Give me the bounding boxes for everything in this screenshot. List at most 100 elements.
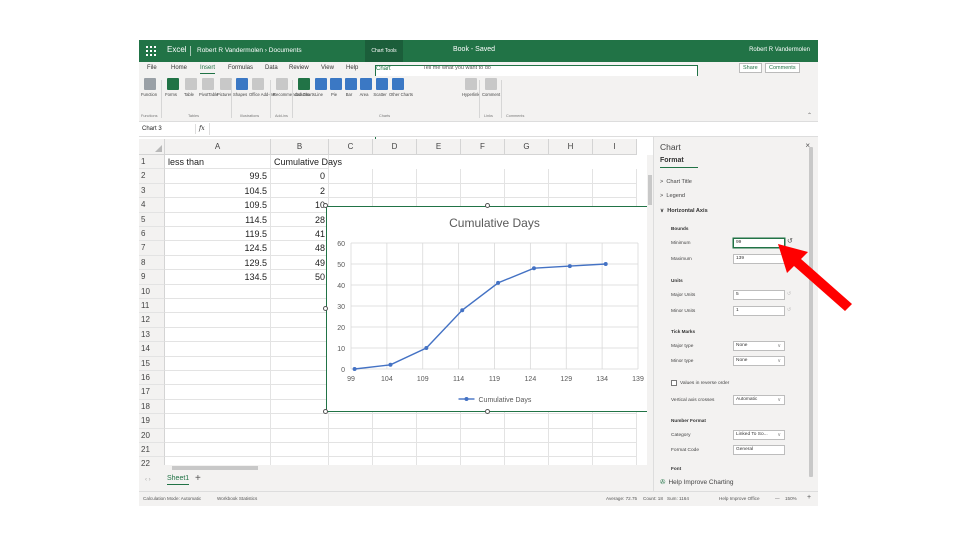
row-header-13[interactable]: 13 [139,327,165,343]
cell-a11[interactable] [165,299,271,314]
cell-d21[interactable] [373,443,417,458]
cell-h2[interactable] [549,169,593,184]
row-header-10[interactable]: 10 [139,284,165,299]
tab-home[interactable]: Home [171,65,187,71]
cell-g3[interactable] [505,183,549,199]
formula-input[interactable] [209,123,809,135]
ribbon-button-comment[interactable]: Comment [482,78,500,97]
cell-e2[interactable] [417,169,461,184]
cell-g21[interactable] [505,443,549,458]
cell-a2[interactable]: 99.5 [165,169,271,184]
column-header-i[interactable]: I [593,139,637,155]
cell-a3[interactable]: 104.5 [165,183,271,199]
ribbon-button-area[interactable]: Area [359,78,373,97]
cell-b19[interactable] [271,414,329,429]
tab-insert[interactable]: Insert [200,65,216,74]
minor-type-dropdown[interactable]: None [733,356,785,366]
row-header-12[interactable]: 12 [139,313,165,328]
row-header-17[interactable]: 17 [139,385,165,400]
cell-e20[interactable] [417,428,461,443]
row-header-8[interactable]: 8 [139,255,165,271]
cell-g2[interactable] [505,169,549,184]
cell-b4[interactable]: 10 [271,198,329,213]
app-launcher-icon[interactable] [146,46,156,56]
section-horizontal-axis[interactable]: ∨ Horizontal Axis [660,208,708,214]
column-header-g[interactable]: G [505,139,549,155]
chart-object[interactable]: Cumulative Days 0 10 20 30 40 50 60 99 104 109 114 1… [326,206,649,412]
cell-c20[interactable] [329,428,373,443]
cell-f20[interactable] [461,428,505,443]
cell-g20[interactable] [505,428,549,443]
cell-b8[interactable]: 49 [271,255,329,271]
ribbon-button-line[interactable]: Line [314,78,328,97]
cell-d19[interactable] [373,414,417,429]
cell-f19[interactable] [461,414,505,429]
row-header-21[interactable]: 21 [139,443,165,458]
cell-i2[interactable] [593,169,637,184]
cell-b6[interactable]: 41 [271,227,329,242]
row-header-4[interactable]: 4 [139,198,165,213]
select-all-corner[interactable] [139,139,165,155]
major-type-dropdown[interactable]: None [733,341,785,351]
document-title[interactable]: Book - Saved [453,46,495,53]
column-header-d[interactable]: D [373,139,417,155]
sheet-nav-arrows-icon[interactable]: ‹ › [145,477,151,483]
tell-me-search[interactable]: Tell me what you want to do [423,65,491,71]
row-header-5[interactable]: 5 [139,212,165,227]
cell-a13[interactable] [165,327,271,343]
row-header-3[interactable]: 3 [139,183,165,199]
cell-a18[interactable] [165,399,271,415]
ribbon-button-other-charts[interactable]: Other Charts [389,78,413,97]
section-chart-title[interactable]: > Chart Title [660,179,692,185]
cell-a16[interactable] [165,371,271,386]
ribbon-button-bar[interactable]: Bar [344,78,358,97]
row-header-2[interactable]: 2 [139,169,165,184]
row-header-15[interactable]: 15 [139,356,165,371]
zoom-in-icon[interactable]: + [807,494,811,501]
ribbon-button-pie[interactable]: Pie [329,78,343,97]
cell-c2[interactable] [329,169,373,184]
vertical-axis-crosses-dropdown[interactable]: Automatic [733,395,785,405]
cell-a12[interactable] [165,313,271,328]
cell-f21[interactable] [461,443,505,458]
cell-b7[interactable]: 48 [271,241,329,256]
cell-a19[interactable] [165,414,271,429]
help-improve-office[interactable]: Help Improve Office [719,496,760,501]
cell-b3[interactable]: 2 [271,183,329,199]
ribbon-button-hyperlink[interactable]: Hyperlink [462,78,479,97]
cell-e21[interactable] [417,443,461,458]
cell-b18[interactable] [271,399,329,415]
row-header-16[interactable]: 16 [139,371,165,386]
cell-b10[interactable] [271,284,329,299]
scroll-thumb[interactable] [172,466,258,470]
cell-e19[interactable] [417,414,461,429]
cell-i21[interactable] [593,443,637,458]
cell-a17[interactable] [165,385,271,400]
tab-data[interactable]: Data [265,65,278,71]
scroll-thumb[interactable] [648,175,652,205]
ribbon-button-scatter[interactable]: Scatter [373,78,389,97]
cell-d3[interactable] [373,183,417,199]
cell-i3[interactable] [593,183,637,199]
row-header-7[interactable]: 7 [139,241,165,256]
cell-b11[interactable] [271,299,329,314]
chart-resize-handle[interactable] [485,203,490,208]
ribbon-button-office-add-ins[interactable]: Office Add-ins [249,78,275,97]
help-improve-charting[interactable]: ✇ Help Improve Charting [660,478,733,486]
column-header-c[interactable]: C [329,139,373,155]
row-header-22[interactable]: 22 [139,457,165,472]
cell-a14[interactable] [165,342,271,357]
cell-b14[interactable] [271,342,329,357]
row-header-18[interactable]: 18 [139,399,165,415]
column-header-f[interactable]: F [461,139,505,155]
chart-resize-handle[interactable] [323,203,328,208]
tab-file[interactable]: File [147,65,157,71]
cell-b13[interactable] [271,327,329,343]
cell-a8[interactable]: 129.5 [165,255,271,271]
ribbon-button-table[interactable]: Table [184,78,198,97]
format-code-input[interactable]: General [733,445,785,455]
cell-a5[interactable]: 114.5 [165,212,271,227]
ribbon-button-forms[interactable]: Forms [165,78,180,97]
cell-f2[interactable] [461,169,505,184]
tab-formulas[interactable]: Formulas [228,65,253,71]
